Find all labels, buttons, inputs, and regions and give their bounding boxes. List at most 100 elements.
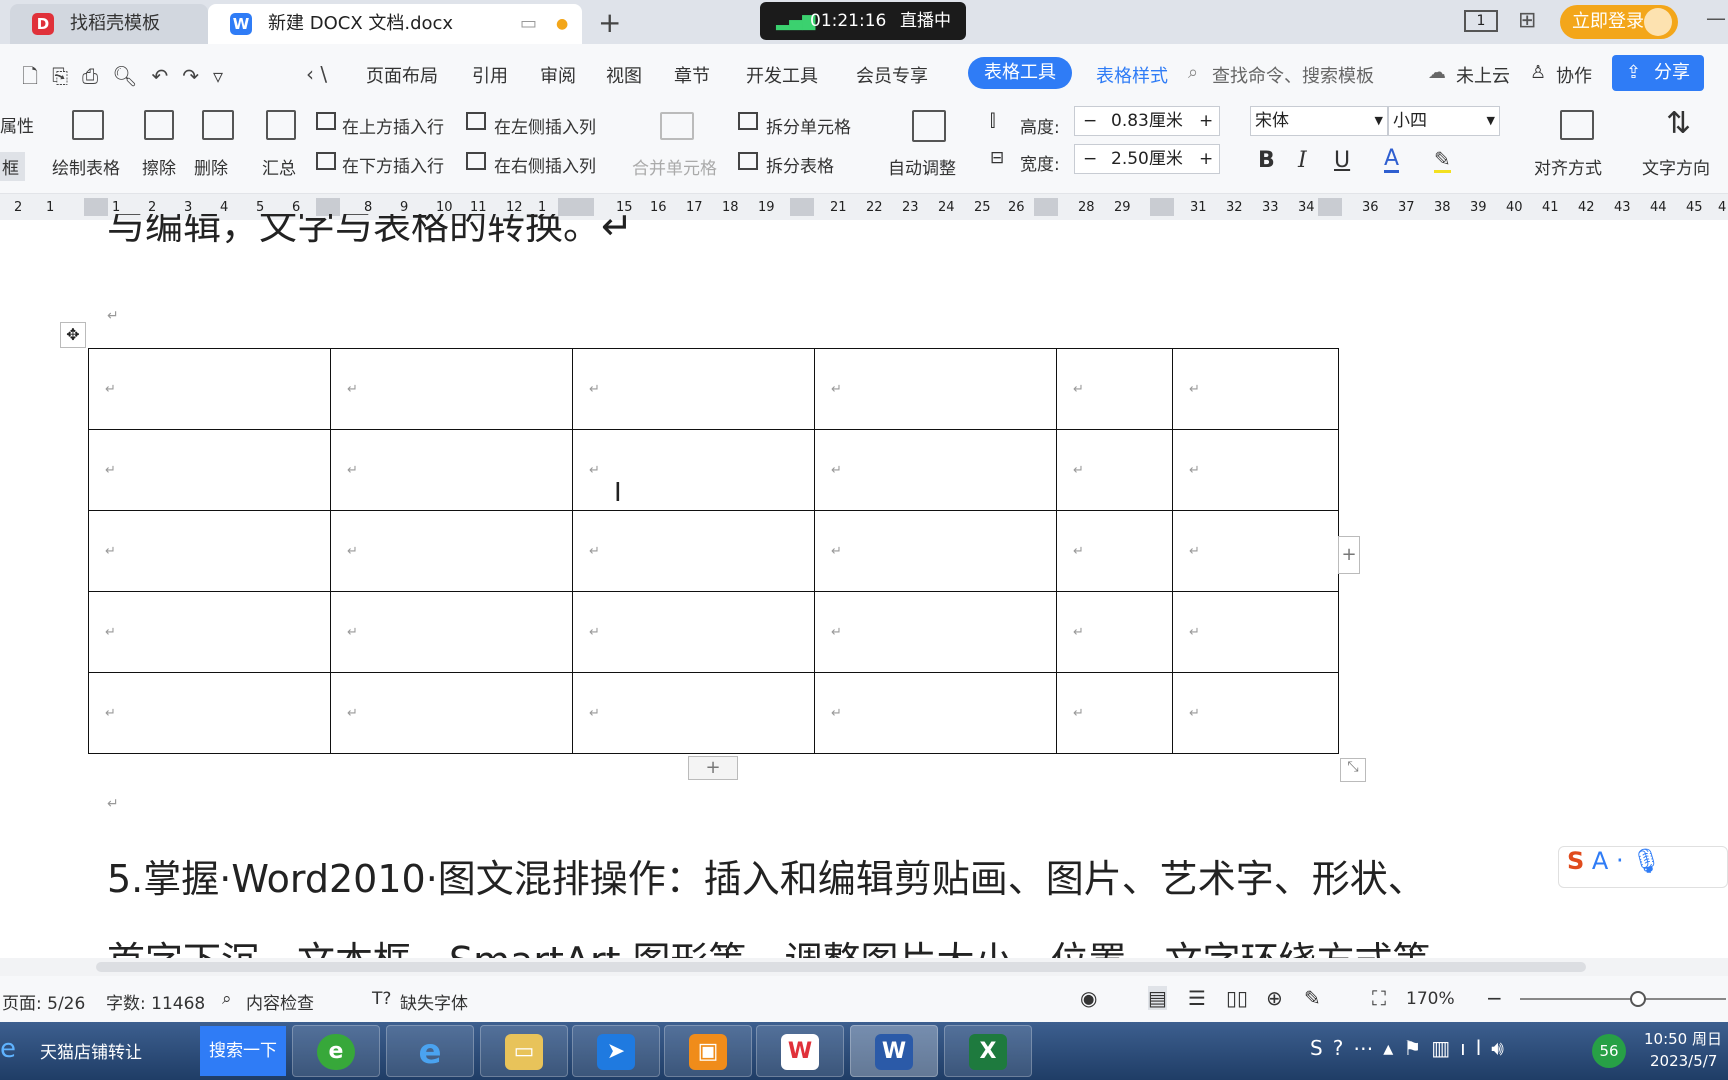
split-table-button[interactable]: 拆分表格 [766,152,834,177]
page-view-button[interactable]: 1 [1464,10,1498,32]
autofit-button[interactable]: 自动调整 [888,154,956,179]
ime-toolbar[interactable]: S A ‧ 🎙︎ [1558,846,1728,888]
table-cell[interactable]: ↵ [88,672,331,754]
word-count[interactable]: 字数: 11468 [106,989,205,1014]
clock-time[interactable]: 10:50 周日 [1644,1028,1722,1049]
plus-icon[interactable]: + [1199,107,1213,135]
table-move-handle[interactable]: ✥ [60,322,86,348]
collab-button[interactable]: 协作 [1556,62,1592,88]
table-cell[interactable]: ↵ [572,348,815,430]
summary-button[interactable]: 汇总 [262,154,296,179]
table-cell[interactable]: ↵ [1172,348,1339,430]
add-column-button[interactable]: + [1338,536,1360,574]
monitor-icon[interactable]: ▭ [520,4,537,44]
cloud-status[interactable]: 未上云 [1456,62,1510,88]
table-cell[interactable]: ↵ [572,429,815,511]
table-cell[interactable]: ↵ [1056,510,1173,592]
login-button[interactable]: 立即登录 [1560,5,1678,39]
zoom-out-button[interactable]: − [1486,986,1503,1010]
outline-view-icon[interactable]: ☰ [1188,986,1206,1010]
table-cell[interactable]: ↵ [330,348,573,430]
horizontal-scrollbar[interactable] [0,958,1728,976]
tab-template[interactable]: D 找稻壳模板 [10,4,208,44]
taskbar-explorer[interactable]: ▭ [480,1025,568,1077]
table-cell[interactable]: ↵ [330,672,573,754]
tab-table-tools[interactable]: 表格工具 [968,57,1072,89]
taskbar-360-browser[interactable]: e [292,1025,380,1077]
command-search-input[interactable]: 查找命令、搜索模板 [1212,62,1374,88]
font-size-select[interactable]: 小四 ▼ [1388,106,1500,136]
ruler-column-marker[interactable] [1150,198,1174,216]
table-cell[interactable]: ↵ [814,429,1057,511]
table-cell[interactable]: ↵ [88,510,331,592]
tab-table-style[interactable]: 表格样式 [1096,62,1168,88]
table-cell[interactable]: ↵ [88,348,331,430]
table-cell[interactable]: ↵ [330,591,573,673]
insert-row-below-button[interactable]: 在下方插入行 [342,152,444,177]
table-cell[interactable]: ↵ [814,672,1057,754]
properties-cut-label[interactable]: 属性 [0,112,34,137]
zoom-slider[interactable] [1520,998,1726,1000]
height-value[interactable]: 0.83厘米 [1111,107,1183,135]
italic-icon[interactable]: I [1298,148,1307,173]
table-cell[interactable]: ↵ [814,348,1057,430]
table-cell[interactable]: ↵ [1056,348,1173,430]
eye-icon[interactable]: ◉ [1080,986,1097,1010]
minimize-button[interactable]: — [1706,6,1726,30]
width-value[interactable]: 2.50厘米 [1111,145,1183,173]
table-cell[interactable]: ↵ [330,510,573,592]
menu-page-layout[interactable]: 页面布局 [366,62,438,88]
fit-page-icon[interactable]: ⛶ [1372,986,1386,1010]
split-cell-button[interactable]: 拆分单元格 [766,113,851,138]
bold-icon[interactable]: B [1258,148,1275,173]
table-cell[interactable]: ↵ [88,591,331,673]
search-button[interactable]: 搜索一下 [200,1026,286,1076]
menu-section[interactable]: 章节 [674,62,710,88]
table-cell[interactable]: ↵ [572,510,815,592]
table-cell[interactable]: ↵ [814,591,1057,673]
table-cell[interactable]: ↵ [1172,591,1339,673]
share-button[interactable]: ⇪ 分享 [1612,55,1704,91]
width-stepper[interactable]: − 2.50厘米 + [1074,144,1220,174]
scroll-thumb[interactable] [96,962,1586,972]
ruler-column-marker[interactable] [84,198,108,216]
font-color-icon[interactable]: A [1384,148,1400,173]
document-table[interactable]: ↵ ↵ ↵ ↵ ↵ ↵ ↵ ↵ ↵ ↵ ↵ ↵ ↵ ↵ ↵ ↵ ↵ ↵ ↵ ↵ ↵ ↵ ↵ ↵ ↵ ↵ ↵ ↵ ↵ ↵ [88,348,1339,754]
taskbar-excel[interactable]: X [944,1025,1032,1077]
taskbar-wps[interactable]: W [756,1025,844,1077]
table-cell[interactable]: ↵ [330,429,573,511]
menu-references[interactable]: 引用 [472,62,508,88]
page-view-icon[interactable]: ▤ [1148,986,1167,1010]
menu-review[interactable]: 审阅 [540,62,576,88]
table-cell[interactable]: ↵ [88,429,331,511]
apps-grid-icon[interactable]: ⊞ [1518,8,1536,33]
table-cell[interactable]: ↵ [572,672,815,754]
erase-button[interactable]: 擦除 [142,154,176,179]
table-cell[interactable]: ↵ [1056,591,1173,673]
add-row-button[interactable]: + [688,756,738,780]
missing-font-button[interactable]: 缺失字体 [400,989,468,1014]
clock-date[interactable]: 2023/5/7 [1650,1052,1717,1070]
pen-icon[interactable]: ✎ [1304,986,1321,1010]
align-button[interactable]: 对齐方式 [1534,154,1602,179]
quick-access-toolbar[interactable]: 🗋⎘⎙🔍︎↶↷▿ [22,62,237,96]
system-tray-icons[interactable]: S?⋯▴⚑▥ıl🔊︎ [1310,1036,1514,1060]
table-cell[interactable]: ↵ [814,510,1057,592]
ie-icon[interactable]: e [0,1034,16,1064]
ruler-column-marker[interactable] [1034,198,1058,216]
insert-row-above-button[interactable]: 在上方插入行 [342,113,444,138]
menu-developer[interactable]: 开发工具 [746,62,818,88]
table-cell[interactable]: ↵ [1056,429,1173,511]
plus-icon[interactable]: + [1199,145,1213,173]
badge-icon[interactable]: 56 [1592,1034,1626,1068]
table-cell[interactable]: ↵ [1172,510,1339,592]
ie-task-label[interactable]: 天猫店铺转让 [40,1038,142,1063]
minus-icon[interactable]: − [1083,145,1097,173]
frame-cut-label[interactable]: 框 [0,152,25,181]
table-cell[interactable]: ↵ [1172,429,1339,511]
taskbar-feishu[interactable]: ➤ [572,1025,660,1077]
delete-button[interactable]: 删除 [194,154,228,179]
insert-col-right-button[interactable]: 在右侧插入列 [494,152,596,177]
insert-col-left-button[interactable]: 在左侧插入列 [494,113,596,138]
taskbar-ie[interactable]: e [386,1025,474,1077]
